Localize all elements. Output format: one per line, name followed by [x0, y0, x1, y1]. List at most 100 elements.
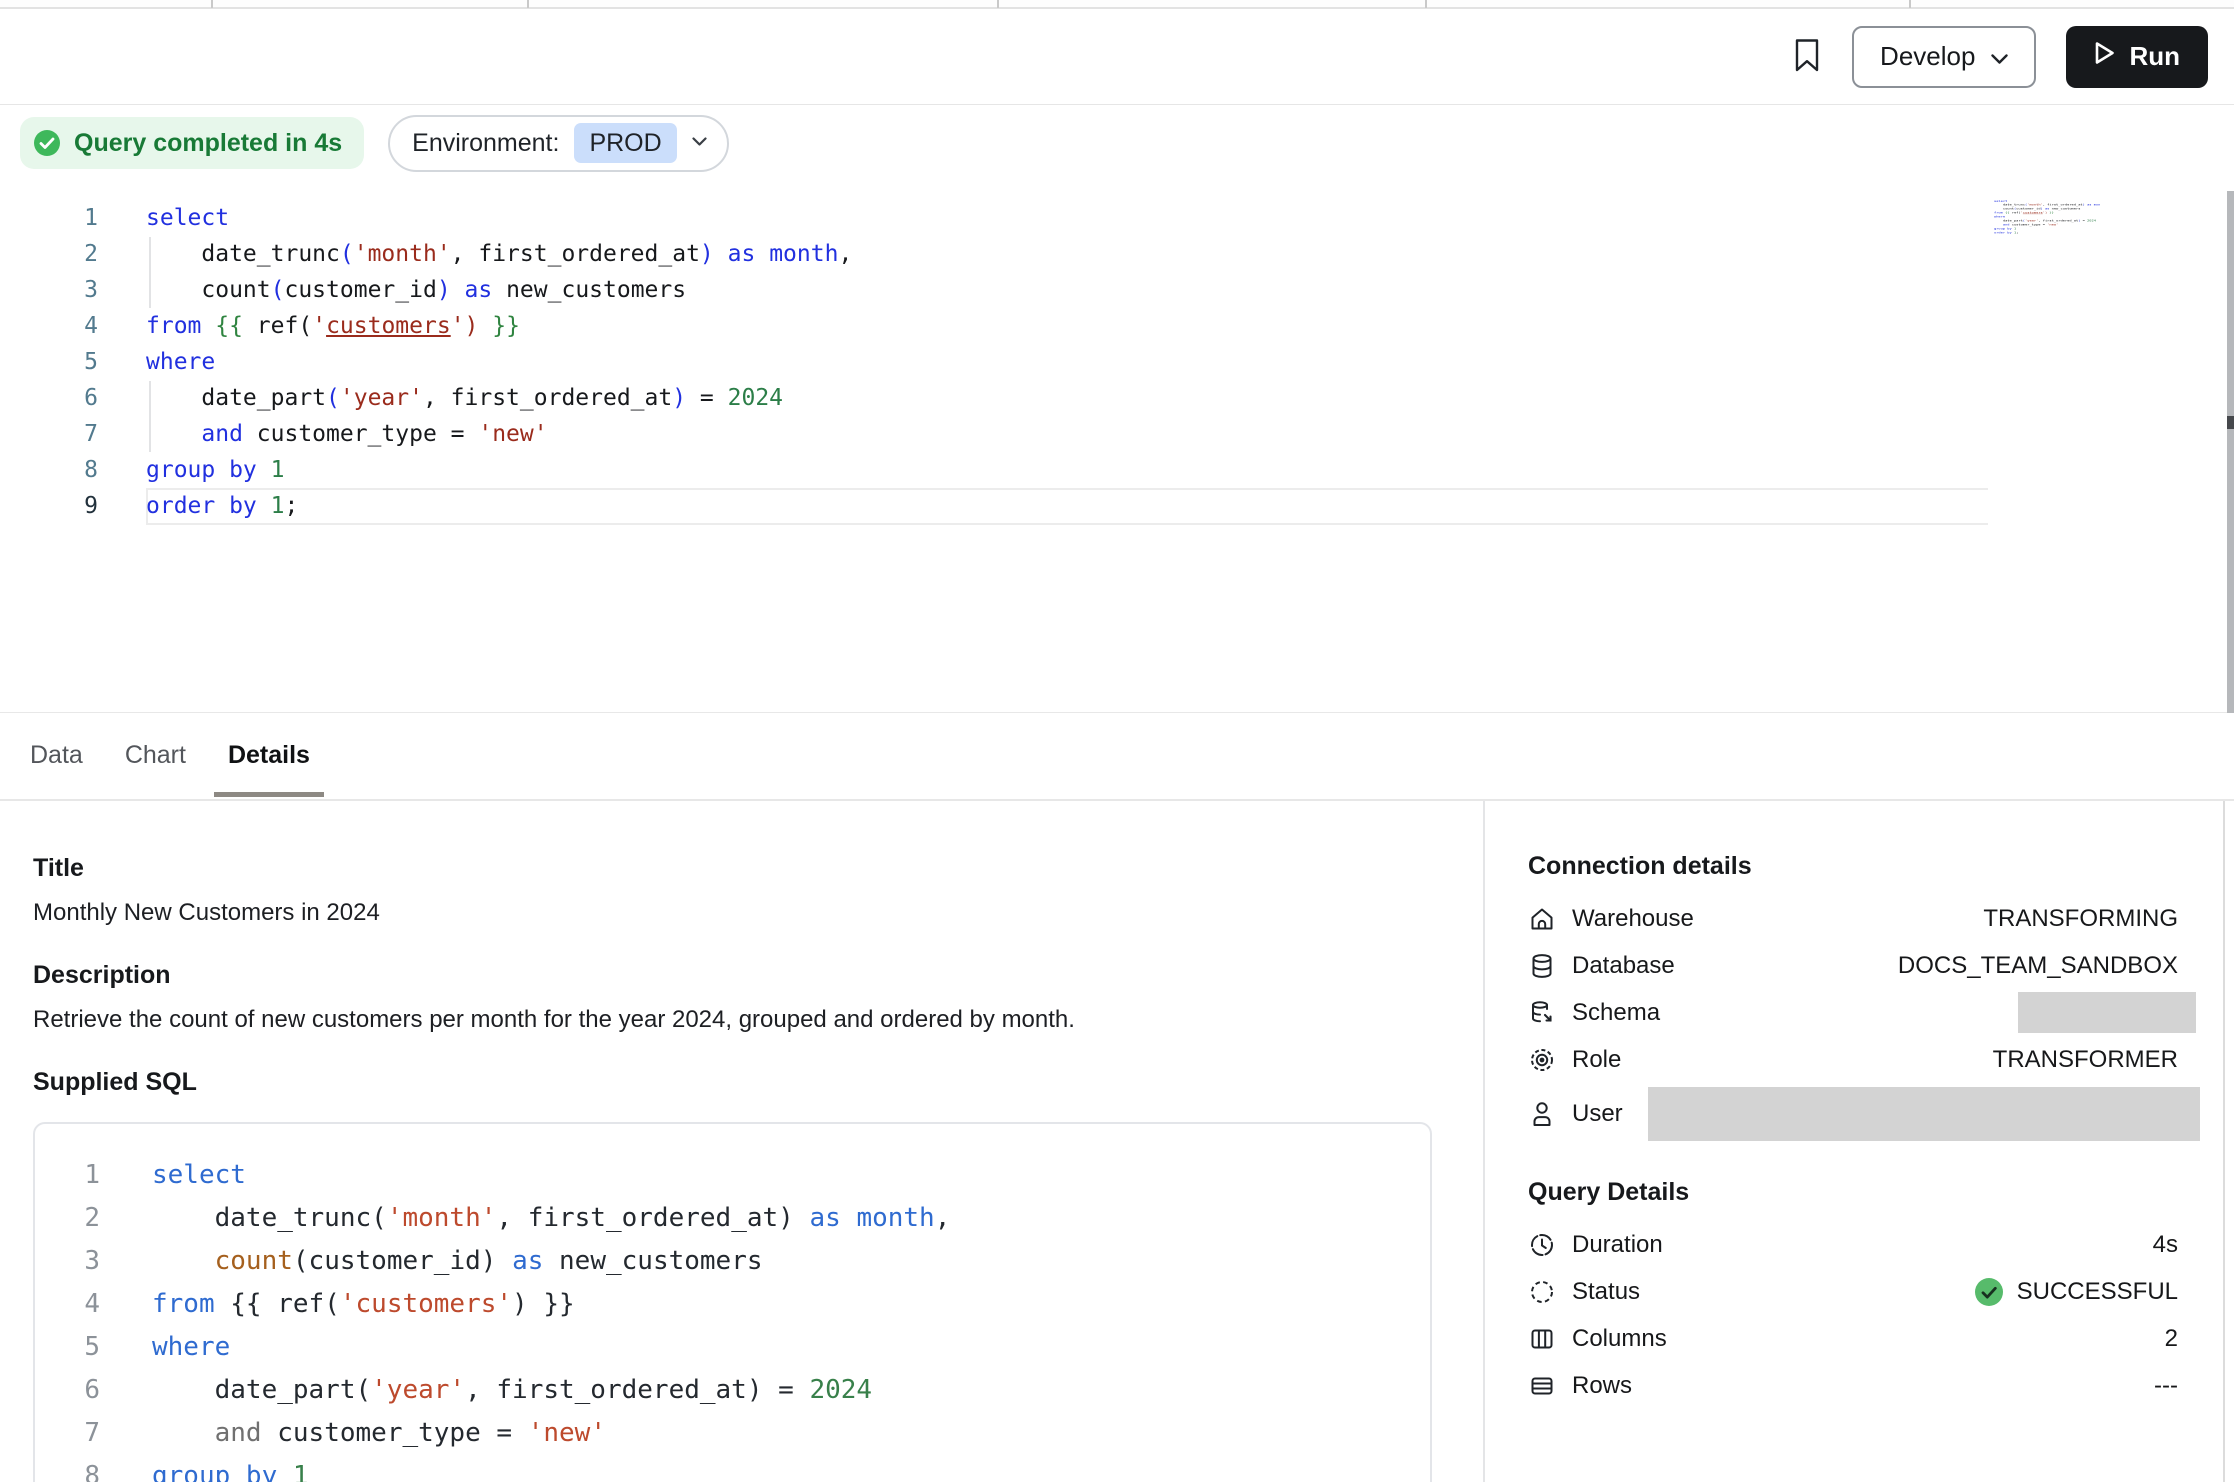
connection-row-database: DatabaseDOCS_TEAM_SANDBOX	[1528, 942, 2178, 989]
schema-icon	[1528, 999, 1556, 1027]
line-number: 6	[35, 1369, 100, 1412]
details-right-pane: Connection details Warehouse TRANSFORMING…	[1483, 801, 2234, 1482]
details-left-pane: Title Monthly New Customers in 2024 Desc…	[0, 801, 1483, 1482]
develop-dropdown[interactable]: Develop	[1852, 26, 2036, 88]
editor-lines: 1select2 date_trunc('month', first_order…	[0, 200, 2234, 524]
line-number: 5	[0, 344, 98, 380]
tab-data[interactable]: Data	[30, 713, 83, 799]
code-line: 3 count(customer_id) as new_customers	[0, 272, 2234, 308]
rows-label: Rows	[1572, 1372, 1632, 1400]
user-label: User	[1572, 1100, 1623, 1128]
result-tabs: Data Chart Details	[0, 713, 2234, 801]
line-number: 7	[35, 1412, 100, 1455]
rows-icon	[1528, 1372, 1556, 1400]
connection-details-heading: Connection details	[1528, 851, 2178, 881]
user-value	[1648, 1087, 2178, 1141]
code-line: 5where	[0, 344, 2234, 380]
schema-value	[2018, 992, 2178, 1033]
details-panel: Title Monthly New Customers in 2024 Desc…	[0, 801, 2234, 1482]
warehouse-value: TRANSFORMING	[1983, 905, 2178, 933]
status-icon	[1528, 1278, 1556, 1306]
schema-label: Schema	[1572, 999, 1660, 1027]
columns-value: 2	[2165, 1325, 2178, 1353]
code-line: 2 date_trunc('month', first_ordered_at) …	[0, 236, 2234, 272]
supplied-sql-block: 1select2 date_trunc('month', first_order…	[33, 1122, 1432, 1482]
editor-minimap[interactable]: 1select2 date_trunc('month', first_order…	[1994, 199, 2100, 241]
connection-details-rows: Warehouse TRANSFORMING DatabaseDOCS_TEAM_S…	[1528, 895, 2178, 1145]
code-line: 5where	[35, 1326, 1430, 1369]
description-value: Retrieve the count of new customers per …	[33, 1005, 1483, 1035]
line-number: 3	[35, 1240, 100, 1283]
role-value: TRANSFORMER	[1993, 1046, 2178, 1074]
code-line: 4from {{ ref('customers') }}	[35, 1283, 1430, 1326]
line-number: 5	[35, 1326, 100, 1369]
code-line: 1select	[35, 1154, 1430, 1197]
run-label: Run	[2129, 41, 2180, 72]
bookmark-button[interactable]	[1792, 37, 1822, 77]
run-button[interactable]: Run	[2066, 26, 2208, 88]
database-icon	[1528, 952, 1556, 980]
develop-label: Develop	[1880, 41, 1975, 72]
role-icon	[1528, 1046, 1556, 1074]
query-row-duration: Duration4s	[1528, 1221, 2178, 1268]
query-status-text: Query completed in 4s	[74, 129, 342, 158]
rows-value: ---	[2154, 1372, 2178, 1400]
schema-redacted-value	[2018, 992, 2196, 1033]
code-line: 7 and customer_type = 'new'	[35, 1412, 1430, 1455]
code-line: 2 date_trunc('month', first_ordered_at) …	[35, 1197, 1430, 1240]
environment-label: Environment:	[412, 129, 559, 158]
query-details-rows: Duration4sStatusSUCCESSFULColumns2Rows--…	[1528, 1221, 2178, 1409]
line-number: 2	[0, 236, 98, 272]
success-check-icon	[1974, 1277, 2004, 1307]
code-line: 7 and customer_type = 'new'	[0, 416, 2234, 452]
line-number: 4	[0, 308, 98, 344]
connection-row-warehouse: Warehouse TRANSFORMING	[1528, 895, 2178, 942]
line-number: 4	[35, 1283, 100, 1326]
editor-scrollbar[interactable]	[2227, 191, 2234, 713]
line-number: 7	[0, 416, 98, 452]
user-icon	[1528, 1100, 1556, 1128]
query-row-rows: Rows ---	[1528, 1362, 2178, 1409]
environment-value-badge: PROD	[574, 123, 676, 163]
line-number: 9	[0, 488, 98, 524]
connection-row-user: User	[1528, 1083, 2178, 1145]
line-number: 8	[0, 452, 98, 488]
columns-icon	[1528, 1325, 1556, 1353]
sql-code-editor[interactable]: 1select2 date_trunc('month', first_order…	[0, 181, 2234, 713]
code-line: 8group by 1	[35, 1455, 1430, 1482]
scrollbar-thumb[interactable]	[2227, 416, 2234, 429]
tab-details[interactable]: Details	[228, 713, 310, 799]
code-line: 6 date_part('year', first_ordered_at) = …	[0, 380, 2234, 416]
query-details-heading: Query Details	[1528, 1177, 2178, 1207]
query-status-pill: Query completed in 4s	[20, 117, 364, 169]
code-line: 4from {{ ref('customers') }}	[0, 308, 2234, 344]
user-redacted-value	[1648, 1087, 2200, 1141]
title-value: Monthly New Customers in 2024	[33, 898, 1483, 928]
play-icon	[2094, 41, 2115, 72]
toolbar: Develop Run	[0, 9, 2234, 105]
description-heading: Description	[33, 960, 1483, 991]
query-row-status: StatusSUCCESSFUL	[1528, 1268, 2178, 1315]
line-number: 6	[0, 380, 98, 416]
code-line: 6 date_part('year', first_ordered_at) = …	[35, 1369, 1430, 1412]
line-number: 2	[35, 1197, 100, 1240]
line-number: 1	[0, 200, 98, 236]
environment-selector[interactable]: Environment: PROD	[388, 115, 729, 172]
code-line: 3 count(customer_id) as new_customers	[35, 1240, 1430, 1283]
code-line: 9order by 1;	[1994, 231, 2100, 235]
duration-icon	[1528, 1231, 1556, 1259]
tab-chart[interactable]: Chart	[125, 713, 186, 799]
details-scrollbar-track	[2223, 801, 2225, 1482]
supplied-sql-heading: Supplied SQL	[33, 1067, 1483, 1098]
warehouse-icon	[1528, 905, 1556, 933]
warehouse-label: Warehouse	[1572, 905, 1694, 933]
line-number: 1	[35, 1154, 100, 1197]
connection-row-schema: Schema	[1528, 989, 2178, 1036]
database-label: Database	[1572, 952, 1675, 980]
connection-row-role: RoleTRANSFORMER	[1528, 1036, 2178, 1083]
chevron-down-icon	[1991, 41, 2008, 72]
duration-label: Duration	[1572, 1231, 1663, 1259]
chevron-down-icon	[692, 134, 707, 152]
status-label: Status	[1572, 1278, 1640, 1306]
code-line: 1select	[0, 200, 2234, 236]
